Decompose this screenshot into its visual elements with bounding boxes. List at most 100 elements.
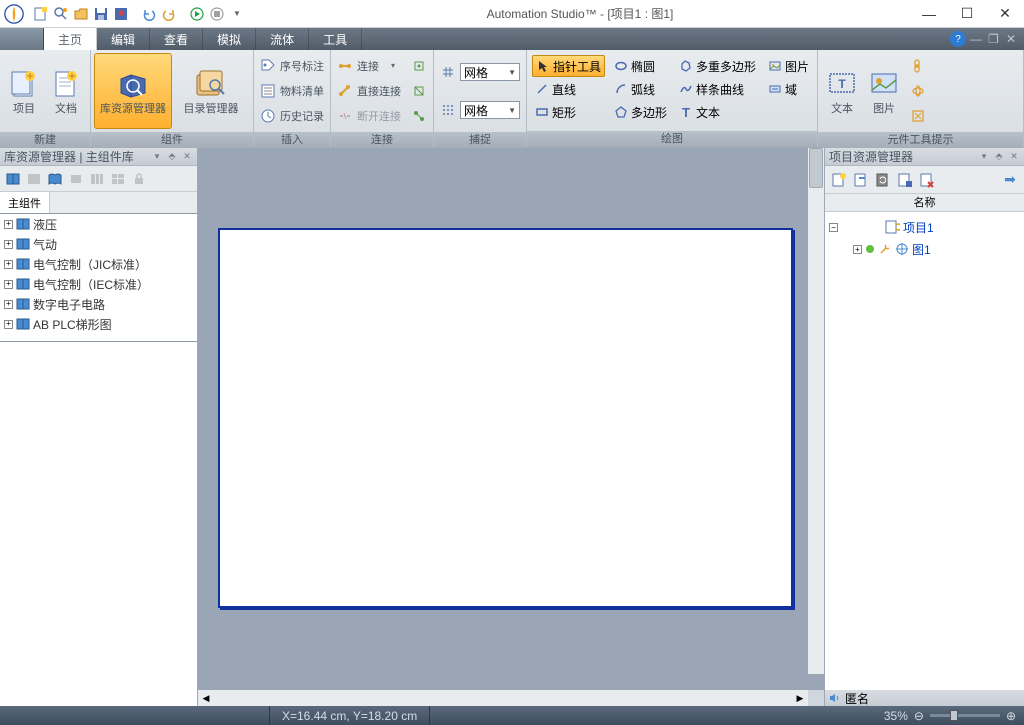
expand-icon[interactable]: + — [4, 240, 13, 249]
bom-button[interactable]: 物料清单 — [257, 79, 327, 103]
connect-opt-2[interactable] — [408, 79, 430, 103]
scroll-thumb[interactable] — [809, 148, 823, 188]
tab-view[interactable]: 查看 — [150, 28, 203, 50]
pointer-tool-button[interactable]: 指针工具 — [532, 55, 605, 77]
expand-icon[interactable]: + — [4, 260, 13, 269]
grid-snap-1[interactable]: 网格▼ — [437, 60, 523, 84]
tree-row[interactable]: +气动 — [0, 234, 197, 254]
qat-open-icon[interactable] — [72, 5, 90, 23]
lib-book-blue-icon[interactable] — [4, 170, 22, 188]
qat-close-icon[interactable] — [112, 5, 130, 23]
mdi-minimize-icon[interactable]: — — [970, 32, 984, 46]
zoom-out-icon[interactable]: ⊖ — [914, 709, 924, 723]
ellipse-button[interactable]: 椭圆 — [611, 55, 670, 77]
tree-row[interactable]: +电气控制（JIC标准） — [0, 254, 197, 274]
tab-simulate[interactable]: 模拟 — [203, 28, 256, 50]
help-icon[interactable]: ? — [950, 31, 966, 47]
lib-lock-icon[interactable] — [130, 170, 148, 188]
hint-clear-button[interactable] — [907, 104, 929, 128]
zoom-in-icon[interactable]: ⊕ — [1006, 709, 1016, 723]
hint-text-button[interactable]: T 文本 — [821, 53, 863, 129]
lib-book-gray-icon[interactable] — [25, 170, 43, 188]
proj-refresh-icon[interactable] — [873, 170, 893, 190]
zoom-slider-thumb[interactable] — [950, 710, 958, 721]
tree-row[interactable]: +液压 — [0, 214, 197, 234]
canvas-viewport[interactable] — [198, 148, 824, 690]
redo-icon[interactable] — [160, 5, 178, 23]
tree-row[interactable]: +数字电子电路 — [0, 294, 197, 314]
tree-row[interactable]: +AB PLC梯形图 — [0, 314, 197, 334]
multipoly-button[interactable]: 多重多边形 — [676, 55, 759, 77]
proj-delete-icon[interactable] — [917, 170, 937, 190]
image-button[interactable]: 图片 — [765, 55, 812, 77]
field-button[interactable]: 域 — [765, 78, 812, 100]
tab-edit[interactable]: 编辑 — [97, 28, 150, 50]
panel-pin-icon[interactable]: ⬘ — [993, 151, 1005, 163]
qat-dropdown-icon[interactable]: ▼ — [228, 5, 246, 23]
tab-tools[interactable]: 工具 — [309, 28, 362, 50]
expand-icon[interactable]: + — [4, 300, 13, 309]
expand-icon[interactable]: + — [4, 220, 13, 229]
catalog-manager-button[interactable]: 目录管理器 — [172, 53, 250, 129]
project-tree[interactable]: − 项目1 + 图1 — [825, 212, 1024, 690]
spline-button[interactable]: 样条曲线 — [676, 78, 759, 100]
direct-connect-button[interactable]: 直接连接 — [334, 79, 404, 103]
panel-close-icon[interactable]: ✕ — [1008, 151, 1020, 163]
minimize-button[interactable]: — — [910, 0, 948, 28]
hint-link-button[interactable] — [907, 54, 929, 78]
disconnect-button[interactable]: 断开连接 — [334, 104, 404, 128]
rect-button[interactable]: 矩形 — [532, 101, 605, 123]
connect-opt-3[interactable] — [408, 104, 430, 128]
mdi-close-icon[interactable]: ✕ — [1006, 32, 1020, 46]
new-project-button[interactable]: 项目 — [3, 53, 45, 129]
library-tab-main[interactable]: 主组件 — [0, 192, 50, 213]
zoom-slider[interactable] — [930, 714, 1000, 717]
maximize-button[interactable]: ☐ — [948, 0, 986, 28]
qat-search-icon[interactable] — [52, 5, 70, 23]
vertical-scrollbar[interactable] — [808, 148, 824, 674]
panel-dropdown-icon[interactable]: ▾ — [151, 151, 163, 163]
stop-icon[interactable] — [208, 5, 226, 23]
qat-new-icon[interactable] — [32, 5, 50, 23]
undo-icon[interactable] — [140, 5, 158, 23]
lib-grid2-icon[interactable] — [109, 170, 127, 188]
tab-fluid[interactable]: 流体 — [256, 28, 309, 50]
project-root-row[interactable]: − 项目1 — [829, 216, 1020, 238]
scroll-right-icon[interactable]: ▶ — [792, 690, 808, 706]
panel-dropdown-icon[interactable]: ▾ — [978, 151, 990, 163]
grid-combo-2[interactable]: 网格▼ — [460, 101, 520, 119]
mdi-restore-icon[interactable]: ❐ — [988, 32, 1002, 46]
horizontal-scrollbar[interactable]: ◀ ▶ — [198, 690, 824, 706]
play-icon[interactable] — [188, 5, 206, 23]
lib-grid1-icon[interactable] — [88, 170, 106, 188]
scroll-left-icon[interactable]: ◀ — [198, 690, 214, 706]
proj-more-icon[interactable]: ➡ — [1000, 170, 1020, 190]
history-button[interactable]: 历史记录 — [257, 104, 327, 128]
grid-combo-1[interactable]: 网格▼ — [460, 63, 520, 81]
polygon-button[interactable]: 多边形 — [611, 101, 670, 123]
tree-row[interactable]: +电气控制（IEC标准） — [0, 274, 197, 294]
text-button[interactable]: T文本 — [676, 101, 759, 123]
lib-component-icon[interactable] — [67, 170, 85, 188]
project-child-row[interactable]: + 图1 — [829, 238, 1020, 260]
hint-image-button[interactable]: 图片 — [863, 53, 905, 129]
sequence-label-button[interactable]: 序号标注 — [257, 54, 327, 78]
new-document-button[interactable]: 文档 — [45, 53, 87, 129]
file-tab[interactable] — [0, 28, 44, 50]
proj-open-icon[interactable] — [851, 170, 871, 190]
expand-icon[interactable]: + — [853, 245, 862, 254]
library-manager-button[interactable]: 库资源管理器 — [94, 53, 172, 129]
proj-new-icon[interactable] — [829, 170, 849, 190]
panel-pin-icon[interactable]: ⬘ — [166, 151, 178, 163]
library-tree[interactable]: +液压 +气动 +电气控制（JIC标准） +电气控制（IEC标准） +数字电子电… — [0, 214, 197, 342]
drawing-page[interactable] — [218, 228, 793, 608]
lib-book-open-icon[interactable] — [46, 170, 64, 188]
grid-snap-2[interactable]: 网格▼ — [437, 98, 523, 122]
panel-close-icon[interactable]: ✕ — [181, 151, 193, 163]
tab-home[interactable]: 主页 — [44, 28, 97, 50]
qat-save-icon[interactable] — [92, 5, 110, 23]
connect-button[interactable]: 连接▾ — [334, 54, 404, 78]
connect-opt-1[interactable] — [408, 54, 430, 78]
arc-button[interactable]: 弧线 — [611, 78, 670, 100]
hint-attach-button[interactable] — [907, 79, 929, 103]
